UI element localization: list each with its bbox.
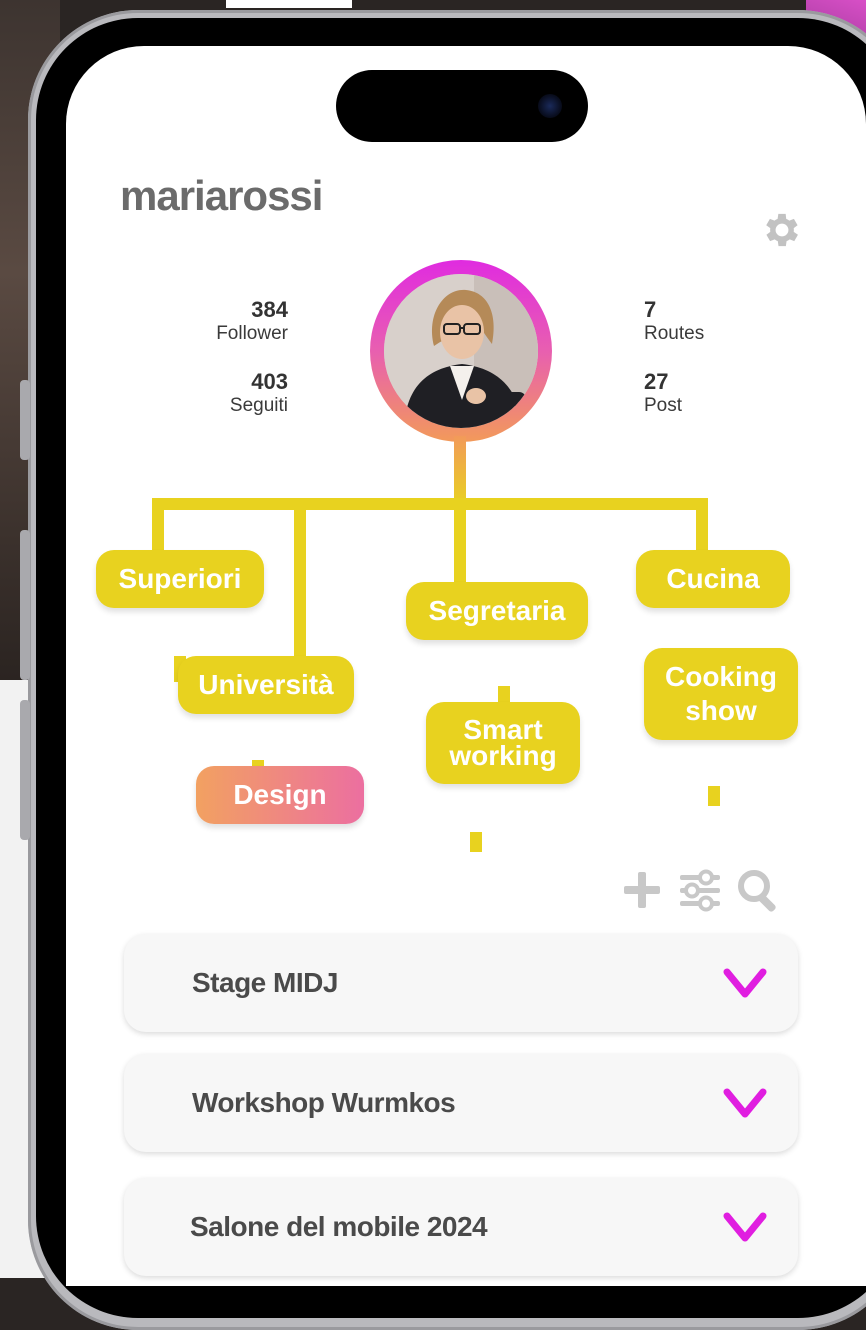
route-card-3-title: Salone del mobile 2024 [190,1211,488,1242]
chevron-down-icon[interactable] [722,966,768,1000]
route-card-2[interactable]: Workshop Wurmkos [124,1054,798,1152]
tree-node-design[interactable]: Design [196,766,364,824]
route-card-2-title: Workshop Wurmkos [192,1087,456,1118]
tree-node-design-label: Design [233,779,327,810]
search-icon[interactable] [734,866,782,914]
route-card-3[interactable]: Salone del mobile 2024 [124,1178,798,1276]
stat-following[interactable]: 403 Seguiti [128,370,288,418]
stat-following-label: Seguiti [229,395,288,416]
tree-node-cooking-show[interactable]: Cooking show [644,648,798,740]
route-card-1[interactable]: Stage MIDJ [124,934,798,1032]
phone-side-button [20,380,30,460]
tree-node-cucina[interactable]: Cucina [636,550,790,608]
tree-node-superiori-label: Superiori [118,563,242,594]
phone-volume-down [20,700,30,840]
stat-posts[interactable]: 27 Post [644,370,764,418]
tree-node-smart-working-label-2: working [449,740,557,771]
stat-following-value: 403 [251,369,288,394]
chevron-down-icon[interactable] [722,1086,768,1120]
stat-followers[interactable]: 384 Follower [128,298,288,346]
phone-volume-up [20,530,30,680]
background-top-strip [226,0,352,8]
tree-node-segretaria[interactable]: Segretaria [406,582,588,640]
stat-routes-label: Routes [644,323,705,344]
profile-username: mariarossi [120,172,323,219]
filter-sliders-icon[interactable] [676,866,724,914]
stat-posts-label: Post [644,395,683,416]
profile-avatar-ring[interactable] [370,260,552,442]
tree-node-cucina-label: Cucina [666,563,760,594]
tree-node-universita[interactable]: Università [178,656,354,714]
stat-followers-label: Follower [216,323,288,344]
stat-routes[interactable]: 7 Routes [644,298,764,346]
app-screen: mariarossi 384 Follower 403 Seguiti 7 Ro… [66,46,866,1286]
tree-node-cooking-show-label-1: Cooking [665,661,777,692]
chevron-down-icon[interactable] [722,1210,768,1244]
tree-node-cooking-show-label-2: show [685,695,757,726]
settings-gear-icon[interactable] [760,208,804,252]
tree-node-universita-label: Università [198,669,334,700]
camera-icon [538,94,562,118]
add-plus-icon[interactable] [618,866,666,914]
tree-node-superiori[interactable]: Superiori [96,550,264,608]
route-card-1-title: Stage MIDJ [192,967,338,998]
stat-followers-value: 384 [251,297,288,322]
tree-node-segretaria-label: Segretaria [428,595,566,626]
route-tree-branches [152,436,744,852]
stat-posts-value: 27 [644,369,669,394]
stat-routes-value: 7 [644,297,657,322]
tree-node-smart-working[interactable]: Smart working [426,702,580,784]
dynamic-island [336,70,588,142]
profile-avatar [384,274,538,428]
list-toolbar [618,866,782,914]
